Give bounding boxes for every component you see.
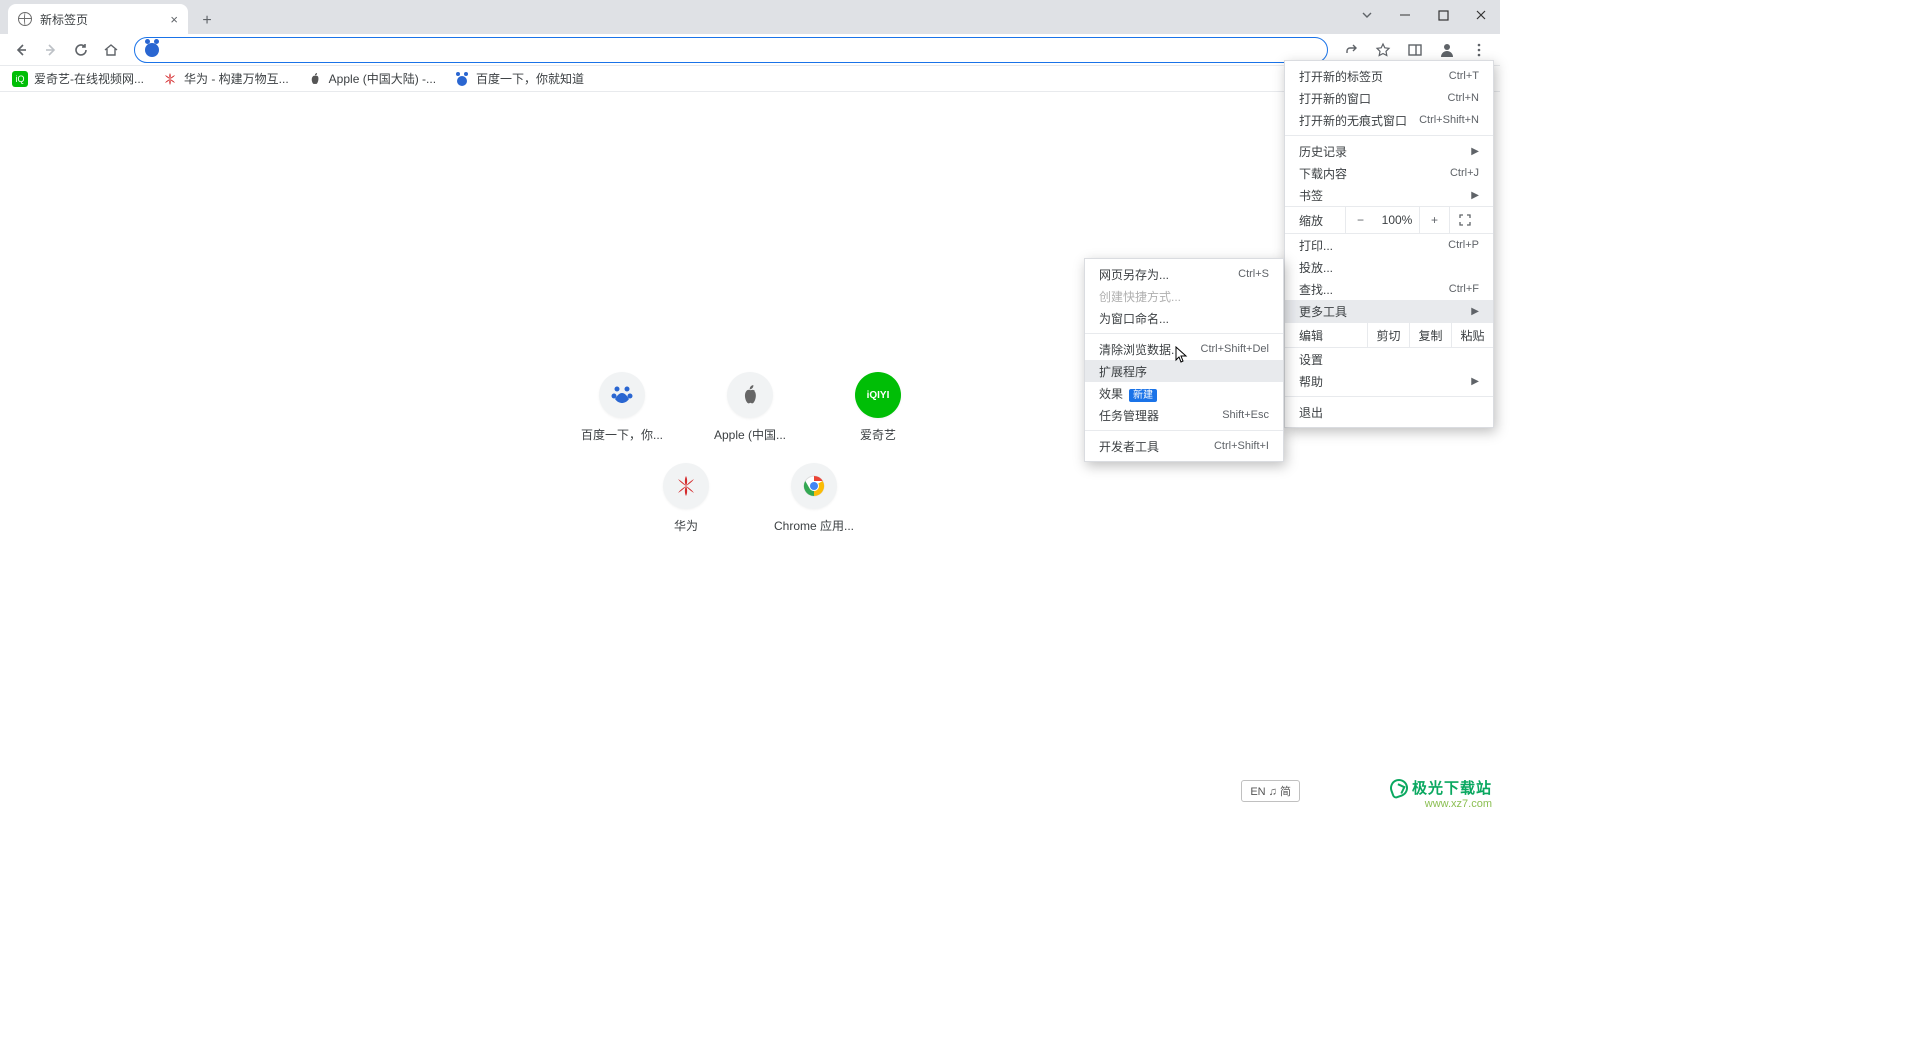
share-icon[interactable] <box>1338 37 1364 63</box>
shortcut-label: 百度一下，你... <box>581 426 663 443</box>
menu-help[interactable]: 帮助▶ <box>1285 370 1493 392</box>
zoom-label: 缩放 <box>1299 212 1345 229</box>
maximize-button[interactable] <box>1424 0 1462 30</box>
tab-title: 新标签页 <box>40 11 88 28</box>
minimize-button[interactable] <box>1386 0 1424 30</box>
watermark-logo-icon <box>1387 776 1410 799</box>
shortcut-label: 华为 <box>674 517 698 534</box>
paste-button[interactable]: 粘贴 <box>1451 323 1493 347</box>
address-bar[interactable] <box>134 37 1328 63</box>
globe-icon <box>18 12 32 26</box>
bookmark-label: 百度一下，你就知道 <box>476 70 584 87</box>
menu-edit-row: 编辑 剪切 复制 粘贴 <box>1285 322 1493 348</box>
menu-incognito[interactable]: 打开新的无痕式窗口Ctrl+Shift+N <box>1285 109 1493 131</box>
titlebar: 新标签页 × + <box>0 0 1500 34</box>
ime-indicator[interactable]: EN ♫ 简 <box>1241 780 1300 802</box>
submenu-clear-data[interactable]: 清除浏览数据...Ctrl+Shift+Del <box>1085 338 1283 360</box>
close-window-button[interactable] <box>1462 0 1500 30</box>
shortcut-label: Chrome 应用... <box>774 517 854 534</box>
new-tab-button[interactable]: + <box>194 8 220 34</box>
shortcut-apple[interactable]: Apple (中国... <box>706 372 794 443</box>
watermark: 极光下载站 www.xz7.com <box>1390 777 1492 810</box>
tab-close-icon[interactable]: × <box>170 12 178 27</box>
browser-tab[interactable]: 新标签页 × <box>8 4 188 34</box>
site-icon <box>145 43 159 57</box>
shortcut-iqiyi[interactable]: iQIYI 爱奇艺 <box>834 372 922 443</box>
reload-button[interactable] <box>68 37 94 63</box>
zoom-in-button[interactable]: + <box>1419 207 1449 233</box>
shortcut-huawei[interactable]: 华为 <box>642 463 730 534</box>
bookmark-item[interactable]: Apple (中国大陆) -... <box>307 70 436 87</box>
bookmark-item[interactable]: 百度一下，你就知道 <box>454 70 584 87</box>
zoom-out-button[interactable]: − <box>1345 207 1375 233</box>
submenu-extensions[interactable]: 扩展程序 <box>1085 360 1283 382</box>
forward-button[interactable] <box>38 37 64 63</box>
menu-new-window[interactable]: 打开新的窗口Ctrl+N <box>1285 87 1493 109</box>
window-controls <box>1348 0 1500 30</box>
menu-print[interactable]: 打印...Ctrl+P <box>1285 234 1493 256</box>
new-badge: 新建 <box>1129 389 1157 402</box>
copy-button[interactable]: 复制 <box>1409 323 1451 347</box>
menu-cast[interactable]: 投放... <box>1285 256 1493 278</box>
bookmark-label: 爱奇艺-在线视频网... <box>34 70 144 87</box>
menu-bookmarks[interactable]: 书签▶ <box>1285 184 1493 206</box>
shortcut-baidu[interactable]: 百度一下，你... <box>578 372 666 443</box>
bookmark-star-icon[interactable] <box>1370 37 1396 63</box>
submenu-dev-tools[interactable]: 开发者工具Ctrl+Shift+I <box>1085 435 1283 457</box>
huawei-icon <box>162 71 178 87</box>
fullscreen-button[interactable] <box>1449 207 1479 233</box>
zoom-value: 100% <box>1375 213 1419 227</box>
bookmarks-bar: iQ 爱奇艺-在线视频网... 华为 - 构建万物互... Apple (中国大… <box>0 66 1500 92</box>
back-button[interactable] <box>8 37 34 63</box>
profile-icon[interactable] <box>1434 37 1460 63</box>
menu-new-tab[interactable]: 打开新的标签页Ctrl+T <box>1285 65 1493 87</box>
menu-find[interactable]: 查找...Ctrl+F <box>1285 278 1493 300</box>
menu-history[interactable]: 历史记录▶ <box>1285 140 1493 162</box>
bookmark-label: 华为 - 构建万物互... <box>184 70 289 87</box>
submenu-create-shortcut: 创建快捷方式... <box>1085 285 1283 307</box>
bookmark-item[interactable]: iQ 爱奇艺-在线视频网... <box>12 70 144 87</box>
menu-zoom-row: 缩放 − 100% + <box>1285 206 1493 234</box>
home-button[interactable] <box>98 37 124 63</box>
iqiyi-icon: iQ <box>12 71 28 87</box>
watermark-url: www.xz7.com <box>1390 798 1492 810</box>
shortcut-label: Apple (中国... <box>714 426 786 443</box>
apple-icon <box>307 71 323 87</box>
bookmark-item[interactable]: 华为 - 构建万物互... <box>162 70 289 87</box>
submenu-performance[interactable]: 效果新建 <box>1085 382 1283 404</box>
menu-exit[interactable]: 退出 <box>1285 401 1493 423</box>
watermark-title: 极光下载站 <box>1412 777 1492 798</box>
menu-more-tools[interactable]: 更多工具▶ <box>1285 300 1493 322</box>
shortcut-chrome-apps[interactable]: Chrome 应用... <box>770 463 858 534</box>
bookmark-label: Apple (中国大陆) -... <box>329 70 436 87</box>
baidu-icon <box>454 71 470 87</box>
main-menu: 打开新的标签页Ctrl+T 打开新的窗口Ctrl+N 打开新的无痕式窗口Ctrl… <box>1284 60 1494 428</box>
submenu-save-as[interactable]: 网页另存为...Ctrl+S <box>1085 263 1283 285</box>
menu-settings[interactable]: 设置 <box>1285 348 1493 370</box>
toolbar <box>0 34 1500 66</box>
cut-button[interactable]: 剪切 <box>1367 323 1409 347</box>
submenu-task-manager[interactable]: 任务管理器Shift+Esc <box>1085 404 1283 426</box>
side-panel-icon[interactable] <box>1402 37 1428 63</box>
shortcut-label: 爱奇艺 <box>860 426 896 443</box>
edit-label: 编辑 <box>1285 327 1367 344</box>
more-tools-submenu: 网页另存为...Ctrl+S 创建快捷方式... 为窗口命名... 清除浏览数据… <box>1084 258 1284 462</box>
menu-button[interactable] <box>1466 37 1492 63</box>
shortcuts-grid: 百度一下，你... Apple (中国... iQIYI 爱奇艺 华为 Chro… <box>510 372 990 554</box>
submenu-name-window[interactable]: 为窗口命名... <box>1085 307 1283 329</box>
tab-search-icon[interactable] <box>1348 0 1386 30</box>
menu-downloads[interactable]: 下载内容Ctrl+J <box>1285 162 1493 184</box>
